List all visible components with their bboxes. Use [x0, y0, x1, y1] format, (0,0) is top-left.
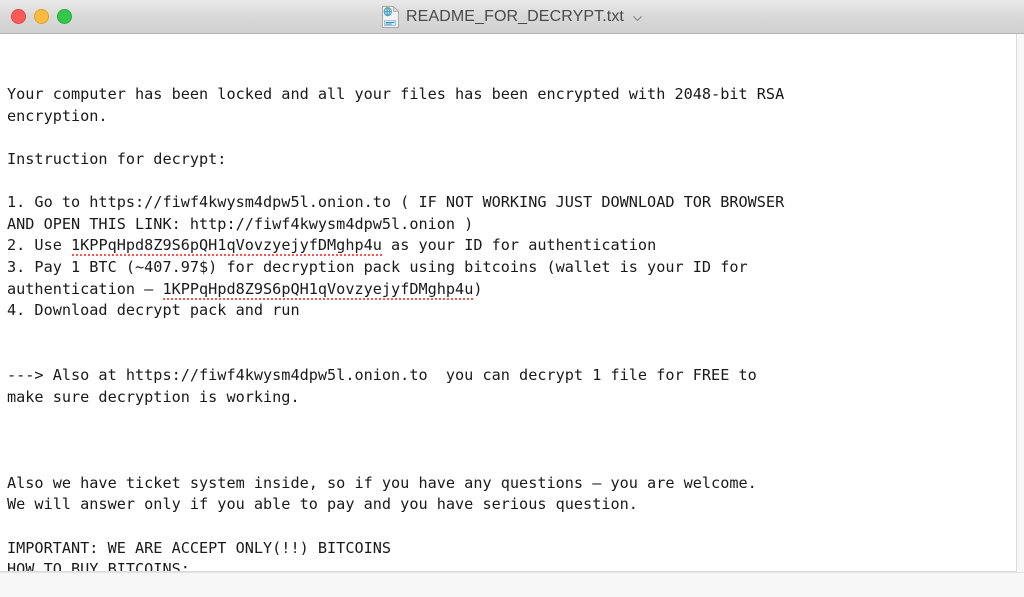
note-line: ---> Also at https://fiwf4kwysm4dpw5l.on… [7, 365, 757, 384]
document-page[interactable]: Your computer has been locked and all yo… [0, 34, 1017, 572]
note-blank-line [7, 408, 1012, 430]
window-title: README_FOR_DECRYPT.txt [406, 7, 624, 25]
note-blank-line [7, 171, 1012, 193]
note-blank-line [7, 451, 1012, 473]
note-line: encryption. [7, 106, 108, 125]
window-footer-strip [0, 572, 1024, 597]
bitcoin-address-2: 1KPPqHpd8Z9S6pQH1qVovzyejyfDMghp4u [162, 279, 474, 301]
text-document-icon [382, 6, 400, 28]
note-line: We will answer only if you able to pay a… [7, 495, 638, 514]
minimize-window-button[interactable] [34, 9, 49, 24]
window-title-group: README_FOR_DECRYPT.txt [0, 0, 1024, 33]
bitcoin-address-1: 1KPPqHpd8Z9S6pQH1qVovzyejyfDMghp4u [71, 236, 382, 258]
note-line: 1. Go to https://fiwf4kwysm4dpw5l.onion.… [7, 193, 785, 212]
note-line: 4. Download decrypt pack and run [7, 301, 300, 320]
window-titlebar[interactable]: README_FOR_DECRYPT.txt [0, 0, 1024, 34]
window-controls [0, 9, 72, 24]
step-3-prefix: authentication – [7, 279, 163, 298]
note-blank-line [7, 430, 1012, 452]
chevron-down-icon[interactable] [632, 13, 643, 24]
close-window-button[interactable] [11, 9, 26, 24]
note-blank-line [7, 127, 1012, 149]
step-2-prefix: 2. Use [7, 236, 72, 255]
note-line: IMPORTANT: WE ARE ACCEPT ONLY(!!) BITCOI… [7, 538, 392, 557]
note-line-step-2: 2. Use 1KPPqHpd8Z9S6pQH1qVovzyejyfDMghp4… [7, 235, 1012, 258]
document-scroll-area[interactable]: Your computer has been locked and all yo… [0, 34, 1024, 572]
step-2-suffix: as your ID for authentication [381, 236, 657, 255]
note-blank-line [7, 343, 1012, 365]
note-line: Also we have ticket system inside, so if… [7, 473, 757, 492]
note-blank-line [7, 322, 1012, 344]
note-line: Your computer has been locked and all yo… [7, 85, 785, 104]
ransom-note-text[interactable]: Your computer has been locked and all yo… [0, 37, 1016, 572]
maximize-window-button[interactable] [57, 9, 72, 24]
note-line: AND OPEN THIS LINK: http://fiwf4kwysm4dp… [7, 214, 474, 233]
note-line: HOW TO BUY BITCOINS: [7, 560, 190, 572]
note-line: make sure decryption is working. [7, 387, 300, 406]
note-line-step-3-cont: authentication – 1KPPqHpd8Z9S6pQH1qVovzy… [7, 279, 1012, 301]
note-line: 3. Pay 1 BTC (~407.97$) for decryption p… [7, 257, 748, 276]
step-3-suffix: ) [473, 279, 483, 298]
textedit-window: README_FOR_DECRYPT.txt Your computer has… [0, 0, 1024, 597]
note-line: Instruction for decrypt: [7, 149, 227, 168]
note-blank-line [7, 516, 1012, 538]
